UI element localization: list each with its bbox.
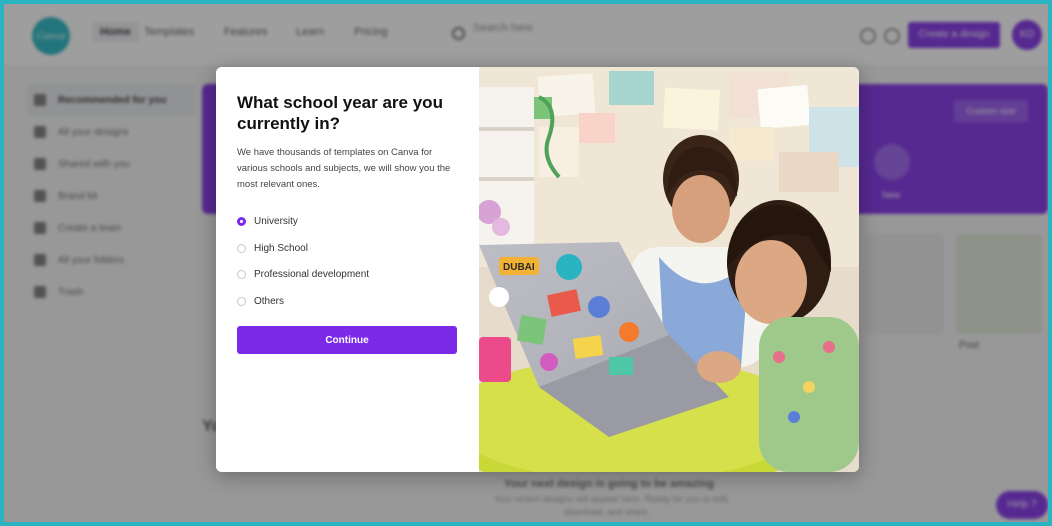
laptop-sticker-text: DUBAI [503,262,535,273]
modal-description: We have thousands of templates on Canva … [237,147,451,190]
radio-unselected[interactable] [237,296,246,306]
radio-unselected[interactable] [237,243,246,253]
option-label: High School [254,242,308,254]
modal-title: What school year are you currently in? [237,93,443,133]
screenshot-frame: Canva Home Templates Features Learn Pric… [0,0,1052,526]
modal-form-panel: What school year are you currently in? W… [216,67,479,472]
school-year-modal: What school year are you currently in? W… [216,67,859,472]
children-with-laptop-photo: DUBAI [479,67,859,472]
option-others[interactable]: Others [237,291,284,311]
option-label: University [254,215,298,227]
option-university[interactable]: University [237,211,298,231]
option-high-school[interactable]: High School [237,238,308,258]
modal-photo: DUBAI [479,67,859,472]
option-professional-development[interactable]: Professional development [237,264,369,284]
option-label: Others [254,295,285,307]
radio-unselected[interactable] [237,269,246,279]
option-label: Professional development [254,268,370,280]
continue-button[interactable]: Continue [237,326,457,354]
radio-selected[interactable] [237,216,246,226]
